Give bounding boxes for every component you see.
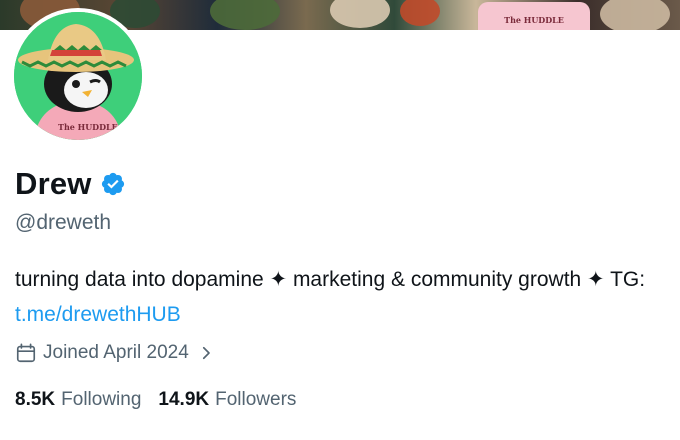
joined-date[interactable]: Joined April 2024 [15, 342, 215, 364]
following-label: Following [61, 389, 142, 410]
followers-link[interactable]: 14.9K Followers [158, 389, 296, 411]
profile-bio: turning data into dopamine ✦ marketing &… [15, 262, 665, 332]
profile-name-row: Drew [15, 164, 126, 204]
followers-label: Followers [215, 389, 297, 410]
penguin-sombrero-illustration [14, 12, 142, 140]
banner-figure [210, 0, 280, 30]
banner-figure [600, 0, 670, 30]
joined-label: Joined April 2024 [43, 342, 189, 363]
bio-link[interactable]: t.me/drewethHUB [15, 303, 181, 326]
verified-badge-icon[interactable] [100, 171, 126, 197]
banner-figure [330, 0, 390, 28]
profile-name: Drew [15, 166, 92, 201]
following-count: 8.5K [15, 389, 56, 410]
calendar-icon [15, 342, 37, 364]
profile-stats: 8.5K Following 14.9K Followers [15, 389, 313, 411]
bio-text: turning data into dopamine ✦ marketing &… [15, 268, 646, 291]
banner-shirt-text: The HUDDLE [478, 2, 590, 30]
avatar-image: The HUDDLE [14, 12, 142, 140]
following-link[interactable]: 8.5K Following [15, 389, 141, 411]
avatar-shirt-text: The HUDDLE [58, 122, 118, 132]
avatar[interactable]: The HUDDLE [10, 8, 146, 144]
profile-handle: @dreweth [15, 211, 112, 234]
banner-figure [400, 0, 440, 26]
chevron-right-icon [197, 344, 215, 362]
followers-count: 14.9K [158, 389, 210, 410]
